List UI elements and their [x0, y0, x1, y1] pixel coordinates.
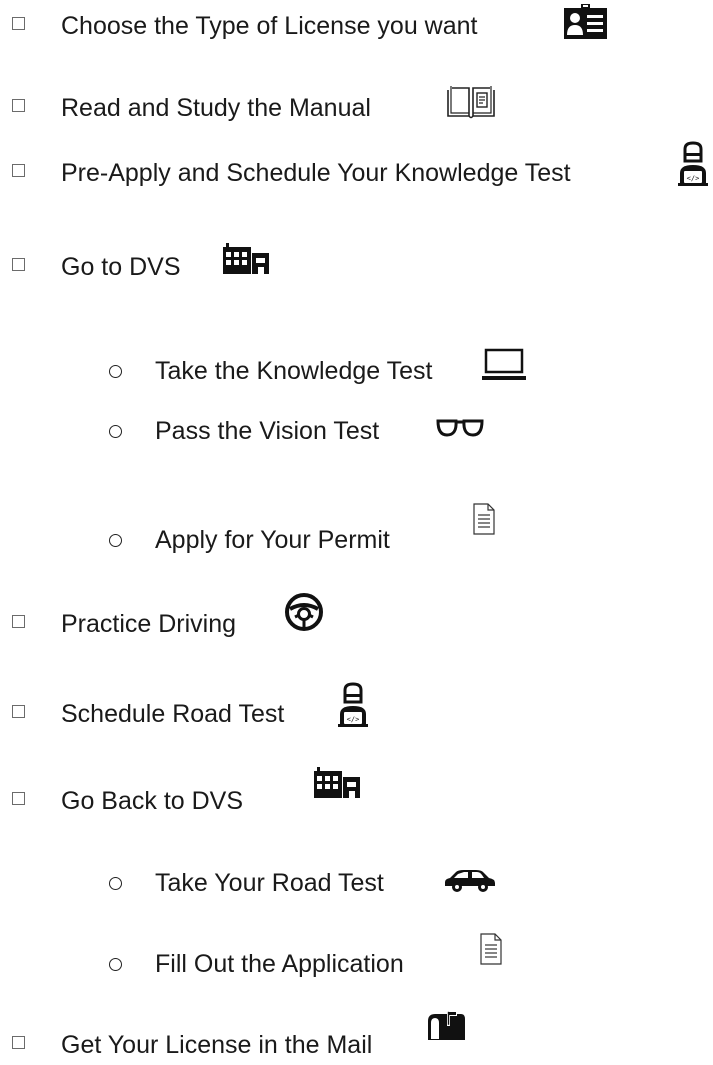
glasses-icon — [435, 417, 485, 439]
sub-item-label: Fill Out the Application — [155, 950, 404, 978]
document-icon — [473, 503, 495, 535]
document-icon — [480, 933, 502, 965]
checklist-item-label: Go to DVS — [61, 253, 181, 281]
checkbox-bullet — [12, 17, 25, 30]
checklist-item-label: Get Your License in the Mail — [61, 1031, 373, 1059]
checklist-item-label: Read and Study the Manual — [61, 94, 371, 122]
checkbox-bullet — [12, 1036, 25, 1049]
building-icon — [313, 767, 361, 799]
person-laptop-icon: </> — [337, 682, 369, 728]
circle-bullet — [109, 534, 122, 547]
circle-bullet — [109, 877, 122, 890]
id-card-icon — [563, 4, 608, 40]
mailbox-icon — [425, 1011, 467, 1043]
checkbox-bullet — [12, 258, 25, 271]
circle-bullet — [109, 365, 122, 378]
sub-item-label: Pass the Vision Test — [155, 417, 380, 445]
svg-text:</>: </> — [347, 716, 360, 724]
sub-item-label: Take the Knowledge Test — [155, 357, 433, 385]
person-laptop-icon: </> — [677, 141, 709, 187]
checkbox-bullet — [12, 164, 25, 177]
checklist-item-label: Practice Driving — [61, 610, 237, 638]
sub-item-label: Apply for Your Permit — [155, 526, 390, 554]
building-icon — [222, 243, 270, 275]
sub-item-label: Take Your Road Test — [155, 869, 384, 897]
checkbox-bullet — [12, 705, 25, 718]
laptop-icon — [481, 348, 527, 382]
checklist-item-label: Schedule Road Test — [61, 700, 285, 728]
checkbox-bullet — [12, 792, 25, 805]
checklist-item-label: Choose the Type of License you want — [61, 12, 478, 40]
checklist-item-label: Pre-Apply and Schedule Your Knowledge Te… — [61, 159, 571, 187]
steering-wheel-icon — [283, 591, 325, 633]
checkbox-bullet — [12, 99, 25, 112]
svg-text:</>: </> — [687, 175, 700, 183]
checkbox-bullet — [12, 615, 25, 628]
checklist-item-label: Go Back to DVS — [61, 787, 244, 815]
circle-bullet — [109, 425, 122, 438]
circle-bullet — [109, 958, 122, 971]
car-icon — [444, 869, 496, 893]
open-book-icon — [446, 84, 496, 120]
